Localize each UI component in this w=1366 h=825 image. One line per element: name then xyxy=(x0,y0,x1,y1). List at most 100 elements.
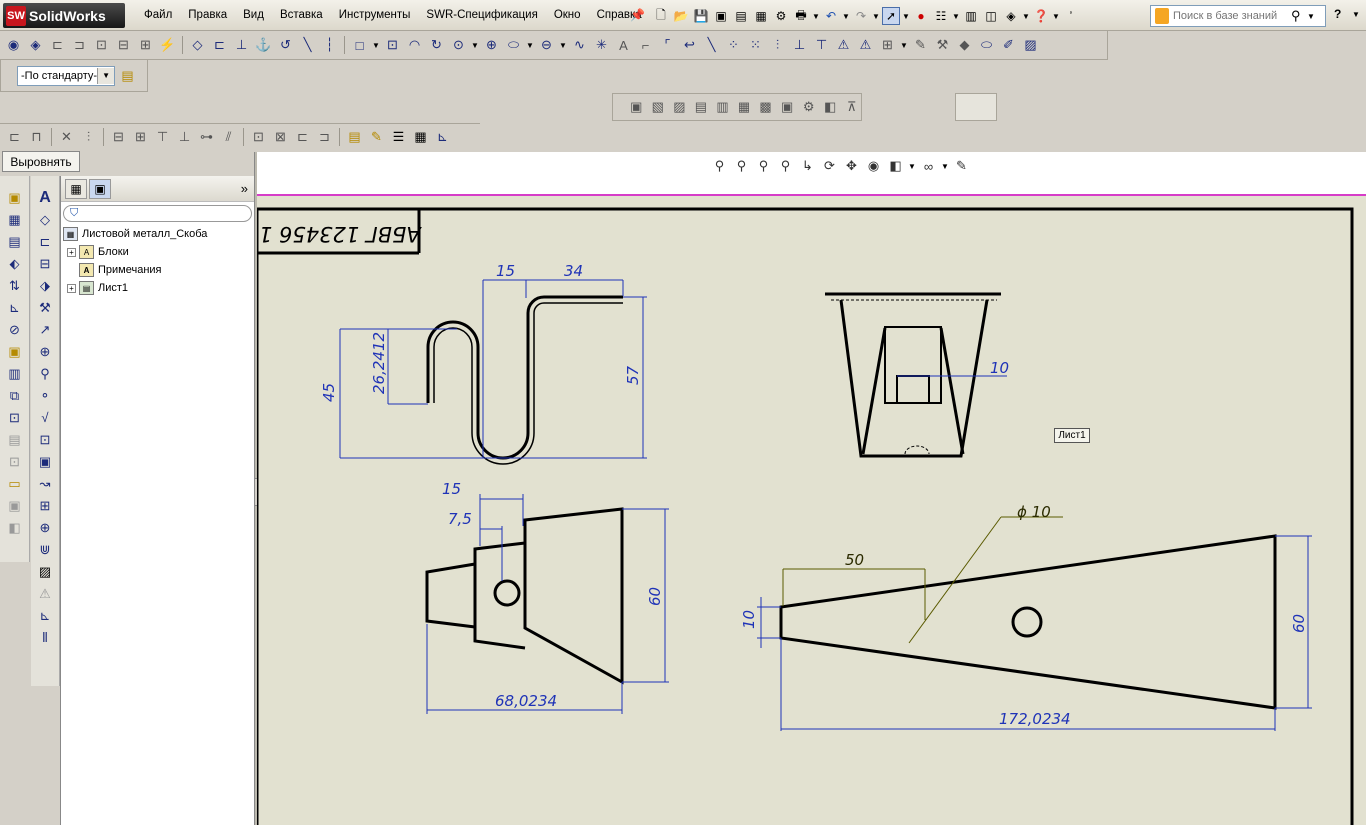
menu-file[interactable]: Файл xyxy=(136,0,180,31)
centerline-icon[interactable]: ┆ xyxy=(320,36,339,55)
star-point-icon[interactable]: ✳ xyxy=(592,36,611,55)
ann-icon-5[interactable]: ▥ xyxy=(713,98,732,117)
point-icon[interactable]: ⊖ xyxy=(537,36,556,55)
trim-icon[interactable]: ↩ xyxy=(680,36,699,55)
smart-dimension-icon[interactable]: ◈ xyxy=(26,36,45,55)
undo-icon[interactable]: ↶ xyxy=(822,7,840,25)
expand-panel-icon[interactable]: » xyxy=(241,181,248,196)
update-views-icon[interactable]: ⊡ xyxy=(6,408,24,427)
rotate-icon[interactable]: ⟳ xyxy=(820,157,839,176)
select-sketch-icon[interactable]: ◉ xyxy=(4,36,23,55)
edit-appearance-icon[interactable]: ✎ xyxy=(952,157,971,176)
layer-properties-icon[interactable]: ▤ xyxy=(118,66,137,85)
tile-icon[interactable]: ◫ xyxy=(982,7,1000,25)
help-dropdown-icon[interactable]: ▼ xyxy=(1052,12,1060,21)
undo-dropdown-icon[interactable]: ▼ xyxy=(842,12,850,21)
distribute-v-icon[interactable]: ⊐ xyxy=(315,128,334,147)
zoom-in-out-icon[interactable]: ⚲ xyxy=(754,157,773,176)
align-space-icon[interactable]: ⊶ xyxy=(197,128,216,147)
broken-view-icon[interactable]: ⊾ xyxy=(6,298,24,317)
cosmetic-thread-icon[interactable]: ⋓ xyxy=(36,540,54,559)
rectangle-icon[interactable]: □ xyxy=(350,36,369,55)
tree-item-blocks[interactable]: + A Блоки xyxy=(61,243,254,261)
knowledge-search-input[interactable] xyxy=(1173,10,1291,22)
ann-icon-7[interactable]: ▩ xyxy=(756,98,775,117)
menu-tools[interactable]: Инструменты xyxy=(331,0,419,31)
line-font-icon[interactable]: ⊾ xyxy=(433,128,452,147)
file-properties-icon[interactable]: ☷ xyxy=(932,7,950,25)
relation-icon[interactable]: ⊏ xyxy=(210,36,229,55)
quick-snap-icon[interactable]: ⚡ xyxy=(158,36,177,55)
center-mark-icon[interactable]: ⊞ xyxy=(36,496,54,515)
align-left-icon[interactable]: ⊏ xyxy=(5,128,24,147)
projected-view-icon[interactable]: ▦ xyxy=(6,210,24,229)
sketch-icon-4[interactable]: ⊟ xyxy=(114,36,133,55)
search-icon[interactable]: ⚲ xyxy=(1291,8,1307,24)
dimension-icon[interactable]: ◇ xyxy=(188,36,207,55)
circular-pattern-icon[interactable]: ⁙ xyxy=(746,36,765,55)
magnetic-line-icon[interactable]: ⬗ xyxy=(36,276,54,295)
tree-root[interactable]: ▦ Листовой металл_Скоба xyxy=(61,225,254,243)
line-style-icon[interactable]: ▦ xyxy=(411,128,430,147)
detail-view-icon[interactable]: ⇅ xyxy=(6,276,24,295)
align-top-edge-icon[interactable]: ⊤ xyxy=(153,128,172,147)
ungroup-icon[interactable]: ⊠ xyxy=(271,128,290,147)
text-sketch-icon[interactable]: A xyxy=(614,36,633,55)
save-icon[interactable]: 💾 xyxy=(692,7,710,25)
new-document-icon[interactable]: 🗋 xyxy=(652,7,670,25)
align-vspace-icon[interactable]: ⫽ xyxy=(219,128,238,147)
drawing-sheet[interactable]: АБВГ 123456 1 15 34 26,2412 45 57 10 15 … xyxy=(257,194,1366,825)
rectangle-dropdown-icon[interactable]: ▼ xyxy=(372,41,380,50)
line-color-icon[interactable]: ✎ xyxy=(367,128,386,147)
ellipse-outline-icon[interactable]: ⬭ xyxy=(977,36,996,55)
chamfer-icon[interactable]: ⌜ xyxy=(658,36,677,55)
section-view-icon[interactable]: ⬖ xyxy=(6,254,24,273)
insert-image-icon[interactable]: ▨ xyxy=(1021,36,1040,55)
arc-icon[interactable]: ◠ xyxy=(405,36,424,55)
tee-icon[interactable]: ⊤ xyxy=(812,36,831,55)
relative-view-icon[interactable]: ▥ xyxy=(6,364,24,383)
sketch-icon-5[interactable]: ⊞ xyxy=(136,36,155,55)
ann-icon-1[interactable]: ▣ xyxy=(627,98,646,117)
make-assembly-icon[interactable]: ▦ xyxy=(752,7,770,25)
layer-select[interactable]: -По стандарту- ▼ xyxy=(17,65,115,86)
display-style-icon[interactable]: ◧ xyxy=(886,157,905,176)
smart-dim-icon[interactable]: ◇ xyxy=(36,210,54,229)
grid-icon[interactable]: ⊞ xyxy=(878,36,897,55)
mirror-icon[interactable]: ⫶ xyxy=(768,36,787,55)
print-dropdown-icon[interactable]: ▼ xyxy=(812,12,820,21)
overflow-icon[interactable]: ʼ xyxy=(1062,7,1080,25)
align-tab[interactable]: Выровнять xyxy=(2,151,80,172)
model-view-icon[interactable]: ▣ xyxy=(6,188,24,207)
aux-view-icon[interactable]: ▤ xyxy=(6,232,24,251)
fillet-icon[interactable]: ⌐ xyxy=(636,36,655,55)
auto-balloon-icon[interactable]: ⊟ xyxy=(36,254,54,273)
menu-view[interactable]: Вид xyxy=(235,0,272,31)
standard-views-icon[interactable]: ⧉ xyxy=(6,386,24,405)
block-insert-icon[interactable]: ⊡ xyxy=(36,430,54,449)
tree-filter[interactable]: ⛉ xyxy=(63,205,252,222)
ann-icon-3[interactable]: ▨ xyxy=(670,98,689,117)
predefined-view-icon[interactable]: ▭ xyxy=(6,474,24,493)
fix-icon[interactable]: ⚓ xyxy=(254,36,273,55)
align-top-icon[interactable]: ⊓ xyxy=(27,128,46,147)
sketch-icon-1[interactable]: ⊏ xyxy=(48,36,67,55)
centerline-annot-icon[interactable]: ⊕ xyxy=(36,518,54,537)
circle-icon[interactable]: ⊙ xyxy=(449,36,468,55)
properties-dropdown-icon[interactable]: ▼ xyxy=(952,12,960,21)
group-icon[interactable]: ⊡ xyxy=(249,128,268,147)
tangent-arc-icon[interactable]: ↻ xyxy=(427,36,446,55)
sketch-icon-3[interactable]: ⊡ xyxy=(92,36,111,55)
menu-edit[interactable]: Правка xyxy=(180,0,235,31)
view-dropdown-icon[interactable]: ▼ xyxy=(1022,12,1030,21)
ann-icon-6[interactable]: ▦ xyxy=(735,98,754,117)
crop-view-icon[interactable]: ⊘ xyxy=(6,320,24,339)
options-icon[interactable]: ⚙ xyxy=(772,7,790,25)
ann-icon-4[interactable]: ▤ xyxy=(692,98,711,117)
datum-feature-icon[interactable]: ⚬ xyxy=(36,386,54,405)
ann-icon-11[interactable]: ⊼ xyxy=(842,98,861,117)
tree-item-sheet[interactable]: + ▤ Лист1 xyxy=(61,279,254,297)
make-drawing-icon[interactable]: ▤ xyxy=(732,7,750,25)
alt-position-icon[interactable]: ▣ xyxy=(6,342,24,361)
hatch-fill-icon[interactable]: ▨ xyxy=(36,562,54,581)
